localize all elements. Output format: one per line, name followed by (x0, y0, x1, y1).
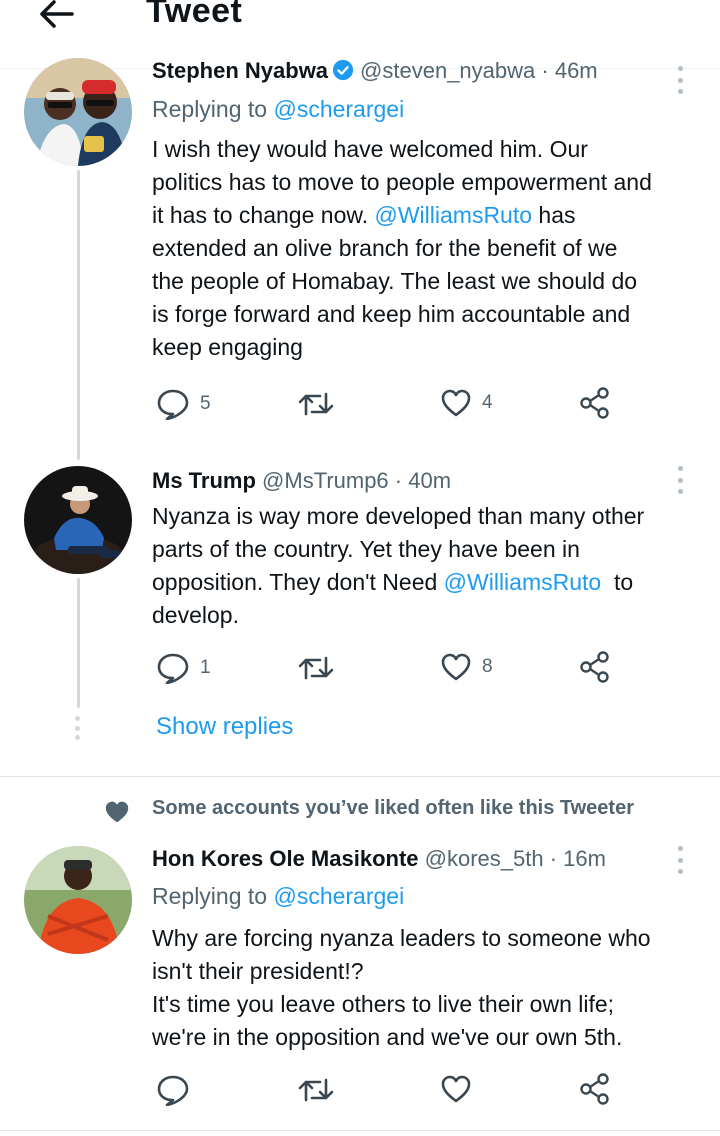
tweet-time: · 40m (394, 468, 452, 493)
heart-outline-icon (441, 1075, 471, 1103)
retweet-icon (298, 392, 334, 416)
vertical-dots-icon (677, 466, 683, 471)
thread-line (77, 170, 80, 460)
section-divider (0, 776, 720, 777)
reply-bubble-icon (157, 389, 189, 420)
reply-count: 5 (200, 393, 211, 414)
heart-outline-icon (441, 653, 471, 681)
tweet-time: · 16m (549, 846, 606, 871)
author-name[interactable]: Stephen Nyabwa (152, 58, 328, 83)
avatar[interactable] (24, 58, 132, 166)
mention-link[interactable]: @WilliamsRuto (375, 202, 533, 228)
reply-bubble-icon (157, 1075, 189, 1106)
replying-to: Replying to @scherargei (152, 96, 405, 122)
tweet-author-line: Hon Kores Ole Masikonte @kores_5th · 16m (152, 846, 606, 872)
share-button[interactable] (578, 1072, 612, 1106)
back-button[interactable] (34, 0, 82, 40)
heart-outline-icon (441, 389, 471, 417)
tweet-author-line: Ms Trump @MsTrump6 · 40m (152, 468, 451, 494)
author-handle[interactable]: @kores_5th (425, 846, 544, 871)
heart-filled-icon (105, 801, 129, 823)
replying-to: Replying to @scherargei (152, 883, 405, 909)
tweet-author-line: Stephen Nyabwa @steven_nyabwa · 46m (152, 58, 598, 84)
retweet-icon (298, 1078, 334, 1102)
verified-badge-icon (332, 59, 354, 81)
share-button[interactable] (578, 386, 612, 420)
vertical-dots-icon (677, 846, 683, 851)
retweet-button[interactable] (298, 1076, 334, 1104)
tweet-text: Why are forcing nyanza leaders to someon… (152, 925, 651, 1050)
author-handle[interactable]: @MsTrump6 (262, 468, 389, 493)
share-button[interactable] (578, 650, 612, 684)
social-context-label: Some accounts you’ve liked often like th… (152, 797, 634, 819)
share-nodes-icon (580, 1073, 609, 1105)
mention-link[interactable]: @WilliamsRuto (444, 569, 602, 595)
avatar[interactable] (24, 846, 132, 954)
vertical-dots-icon (677, 66, 683, 71)
mention-link[interactable]: @scherargei (273, 96, 404, 122)
tweet-screen: Tweet Stephen Nyabwa @steven_nyabwa · 46m… (0, 0, 720, 1136)
tweet-text: I wish they would have welcomed him. Our… (152, 136, 652, 360)
show-replies-link[interactable]: Show replies (156, 713, 293, 741)
tweet-time: · 46m (541, 58, 598, 83)
more-options-button[interactable] (676, 66, 684, 94)
reply-bubble-icon (157, 653, 189, 684)
top-app-bar: Tweet (0, 0, 720, 52)
thread-line (77, 578, 80, 708)
like-count: 4 (482, 392, 493, 413)
reply-button[interactable]: 5 (156, 388, 211, 420)
section-divider (0, 1130, 720, 1131)
author-name[interactable]: Ms Trump (152, 468, 256, 493)
like-count: 8 (482, 656, 493, 677)
tweet-text: Nyanza is way more developed than many o… (152, 503, 645, 628)
show-replies-dots (74, 716, 80, 740)
reply-button[interactable]: 1 (156, 652, 211, 684)
like-button[interactable] (440, 1074, 482, 1104)
like-button[interactable]: 8 (440, 652, 493, 682)
like-button[interactable]: 4 (440, 388, 493, 418)
avatar[interactable] (24, 466, 132, 574)
arrow-left-icon (40, 0, 74, 28)
author-name[interactable]: Hon Kores Ole Masikonte (152, 846, 419, 871)
author-handle[interactable]: @steven_nyabwa (360, 58, 535, 83)
more-options-button[interactable] (676, 466, 684, 494)
reply-button[interactable] (156, 1074, 200, 1106)
share-nodes-icon (580, 387, 609, 419)
retweet-icon (298, 656, 334, 680)
reply-count: 1 (200, 657, 211, 678)
page-title: Tweet (146, 0, 243, 30)
mention-link[interactable]: @scherargei (273, 883, 404, 909)
share-nodes-icon (580, 651, 609, 683)
retweet-button[interactable] (298, 390, 334, 418)
more-options-button[interactable] (676, 846, 684, 874)
retweet-button[interactable] (298, 654, 334, 682)
